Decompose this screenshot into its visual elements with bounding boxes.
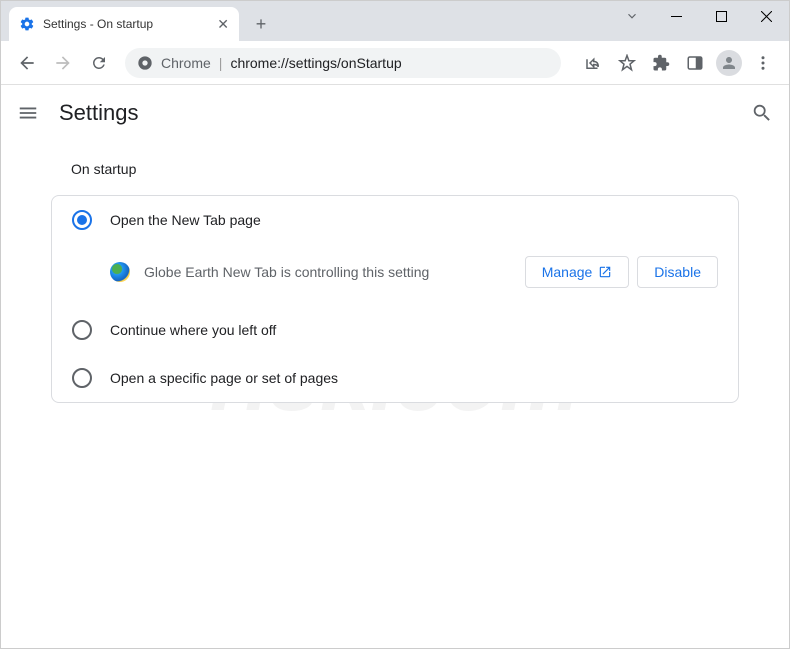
manage-label: Manage [542, 264, 593, 280]
startup-options-card: Open the New Tab page Globe Earth New Ta… [51, 195, 739, 403]
maximize-button[interactable] [699, 1, 744, 31]
option-new-tab[interactable]: Open the New Tab page [52, 196, 738, 244]
profile-button[interactable] [713, 47, 745, 79]
reload-button[interactable] [83, 47, 115, 79]
chrome-icon [137, 55, 153, 71]
content-area: On startup Open the New Tab page Globe E… [1, 141, 789, 443]
tab-title: Settings - On startup [43, 17, 153, 31]
globe-earth-icon [110, 262, 130, 282]
window-controls [654, 1, 789, 31]
option-continue[interactable]: Continue where you left off [52, 306, 738, 354]
settings-header: Settings [1, 85, 789, 141]
omnibox[interactable]: Chrome | chrome://settings/onStartup [125, 48, 561, 78]
option-label: Continue where you left off [110, 322, 276, 338]
address-bar: Chrome | chrome://settings/onStartup [1, 41, 789, 85]
back-button[interactable] [11, 47, 43, 79]
extension-notice: Globe Earth New Tab is controlling this … [52, 244, 738, 306]
omnibox-divider: | [219, 55, 223, 71]
forward-button [47, 47, 79, 79]
avatar-icon [716, 50, 742, 76]
close-tab-button[interactable]: ✕ [217, 16, 229, 33]
option-specific[interactable]: Open a specific page or set of pages [52, 354, 738, 402]
radio-icon [72, 320, 92, 340]
search-button[interactable] [751, 102, 773, 124]
manage-button[interactable]: Manage [525, 256, 630, 288]
chevron-down-icon[interactable] [609, 1, 654, 31]
bookmark-button[interactable] [611, 47, 643, 79]
minimize-button[interactable] [654, 1, 699, 31]
radio-selected-icon [72, 210, 92, 230]
option-label: Open a specific page or set of pages [110, 370, 338, 386]
radio-icon [72, 368, 92, 388]
disable-button[interactable]: Disable [637, 256, 718, 288]
extension-notice-text: Globe Earth New Tab is controlling this … [144, 264, 511, 280]
open-external-icon [598, 265, 612, 279]
page-title: Settings [59, 100, 139, 126]
option-label: Open the New Tab page [110, 212, 261, 228]
close-window-button[interactable] [744, 1, 789, 31]
browser-tab[interactable]: Settings - On startup ✕ [9, 7, 239, 41]
sidepanel-button[interactable] [679, 47, 711, 79]
new-tab-button[interactable]: + [247, 10, 275, 38]
share-button[interactable] [577, 47, 609, 79]
hamburger-menu-button[interactable] [17, 102, 39, 124]
gear-icon [19, 16, 35, 32]
omnibox-url: chrome://settings/onStartup [230, 55, 401, 71]
omnibox-label: Chrome [161, 55, 211, 71]
section-title: On startup [51, 161, 739, 177]
extensions-button[interactable] [645, 47, 677, 79]
disable-label: Disable [654, 264, 701, 280]
menu-button[interactable] [747, 47, 779, 79]
